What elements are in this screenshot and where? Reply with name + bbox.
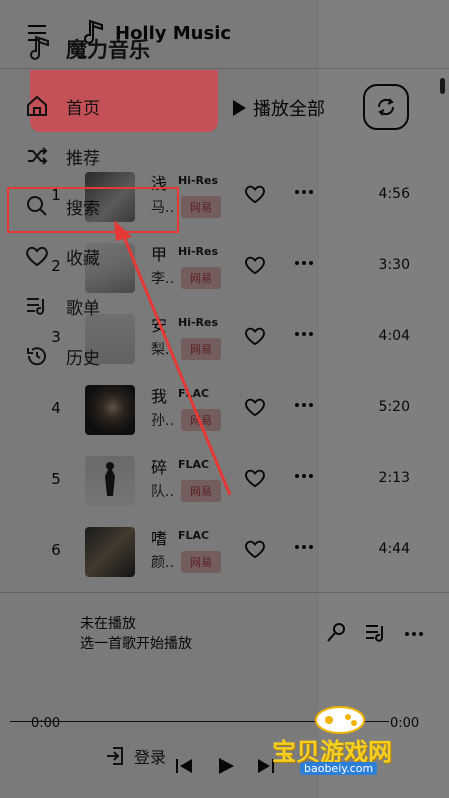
annotation-arrow xyxy=(114,220,232,496)
history-icon xyxy=(20,339,54,373)
login-button[interactable]: 登录 xyxy=(104,744,166,768)
drawer-item-home[interactable]: 首页 xyxy=(20,88,310,124)
drawer-item-label: 推荐 xyxy=(66,148,100,169)
gamepad-icon xyxy=(315,706,365,734)
login-icon xyxy=(107,747,123,765)
drawer-item-label: 历史 xyxy=(66,348,100,369)
drawer-item-recommend[interactable]: 推荐 xyxy=(20,138,310,174)
drawer-title: 魔力音乐 xyxy=(66,38,150,62)
drawer-item-label: 首页 xyxy=(66,98,100,119)
music-note-icon xyxy=(30,35,49,60)
shuffle-icon xyxy=(20,139,54,173)
playlist-icon xyxy=(20,289,54,323)
app-logo xyxy=(30,35,52,63)
login-label: 登录 xyxy=(134,748,167,767)
watermark: 宝贝游戏网 baobeiy.com xyxy=(272,702,422,782)
drawer-item-label: 歌单 xyxy=(66,298,100,319)
heart-icon xyxy=(20,239,54,273)
watermark-url: baobeiy.com xyxy=(300,762,378,775)
home-icon xyxy=(20,89,54,123)
drawer-item-label: 收藏 xyxy=(66,248,100,269)
